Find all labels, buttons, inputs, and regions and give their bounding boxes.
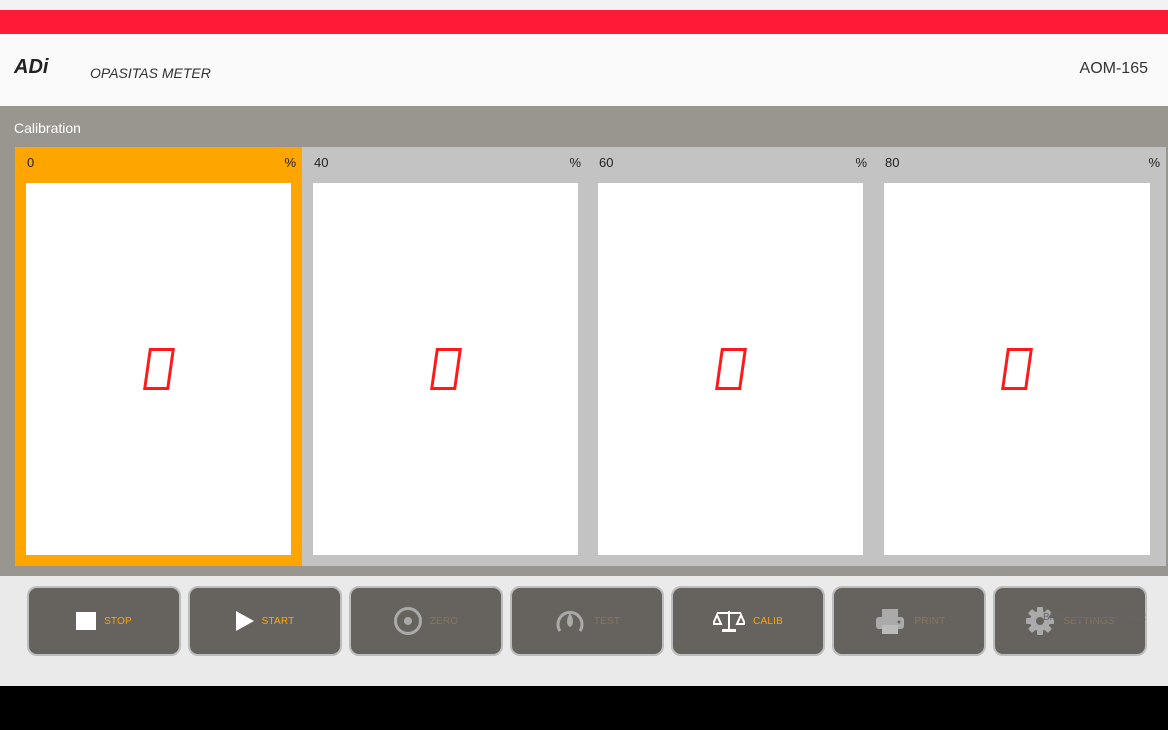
stop-icon bbox=[76, 612, 97, 630]
card-unit: % bbox=[855, 155, 867, 170]
card-unit: % bbox=[569, 155, 581, 170]
app-logo: ADi bbox=[14, 56, 49, 78]
calib-label: CALIB bbox=[753, 615, 783, 627]
bottom-bar bbox=[0, 686, 1168, 730]
card-display bbox=[313, 183, 578, 555]
calib-button[interactable]: CALIB bbox=[671, 586, 825, 656]
seven-segment-zero bbox=[429, 348, 462, 390]
seven-segment-zero bbox=[142, 348, 175, 390]
start-label: START bbox=[261, 615, 295, 627]
card-display bbox=[26, 183, 291, 555]
printer-icon bbox=[875, 609, 904, 634]
calibration-card-0[interactable]: 0 % bbox=[15, 147, 302, 566]
calibration-card-60[interactable]: 60 % bbox=[587, 147, 873, 566]
stop-button[interactable]: STOP bbox=[27, 586, 181, 656]
card-value: 40 bbox=[314, 155, 329, 170]
calibration-cards: 0 % 40 % 60 % 80 % bbox=[15, 147, 1166, 566]
copyright: BMV Indonesia © 2022 bbox=[1043, 612, 1146, 623]
card-unit: % bbox=[284, 155, 296, 170]
seven-segment-zero bbox=[1001, 348, 1033, 390]
print-label: PRINT bbox=[914, 615, 946, 627]
app-header: ADi OPASITAS METER AOM-165 bbox=[0, 34, 1168, 106]
accent-bar bbox=[0, 10, 1168, 34]
test-label: TEST bbox=[593, 615, 621, 627]
app-name: OPASITAS METER bbox=[90, 65, 211, 81]
calibration-panel: Calibration 0 % 40 % 60 % 80 % bbox=[0, 106, 1168, 576]
card-value: 0 bbox=[27, 155, 35, 170]
calibration-card-80[interactable]: 80 % bbox=[873, 147, 1166, 566]
section-title: Calibration bbox=[14, 120, 81, 136]
top-margin bbox=[0, 0, 1168, 10]
card-value: 80 bbox=[885, 155, 900, 170]
card-display bbox=[884, 183, 1150, 555]
gauge-icon bbox=[556, 610, 584, 632]
device-model: AOM-165 bbox=[1079, 60, 1148, 77]
card-unit: % bbox=[1148, 155, 1160, 170]
scale-icon bbox=[713, 611, 746, 632]
stop-label: STOP bbox=[104, 615, 132, 627]
zero-label: ZERO bbox=[429, 615, 459, 627]
calibration-card-40[interactable]: 40 % bbox=[302, 147, 587, 566]
card-value: 60 bbox=[599, 155, 614, 170]
play-icon bbox=[235, 611, 254, 631]
card-display bbox=[598, 183, 863, 555]
print-button[interactable]: PRINT bbox=[832, 586, 986, 656]
start-button[interactable]: START bbox=[188, 586, 342, 656]
test-button[interactable]: TEST bbox=[510, 586, 664, 656]
toolbar: STOP START ZERO TEST CALIB PRINT SETTING… bbox=[0, 576, 1168, 686]
target-icon bbox=[393, 607, 422, 635]
seven-segment-zero bbox=[714, 348, 747, 390]
zero-button[interactable]: ZERO bbox=[349, 586, 503, 656]
